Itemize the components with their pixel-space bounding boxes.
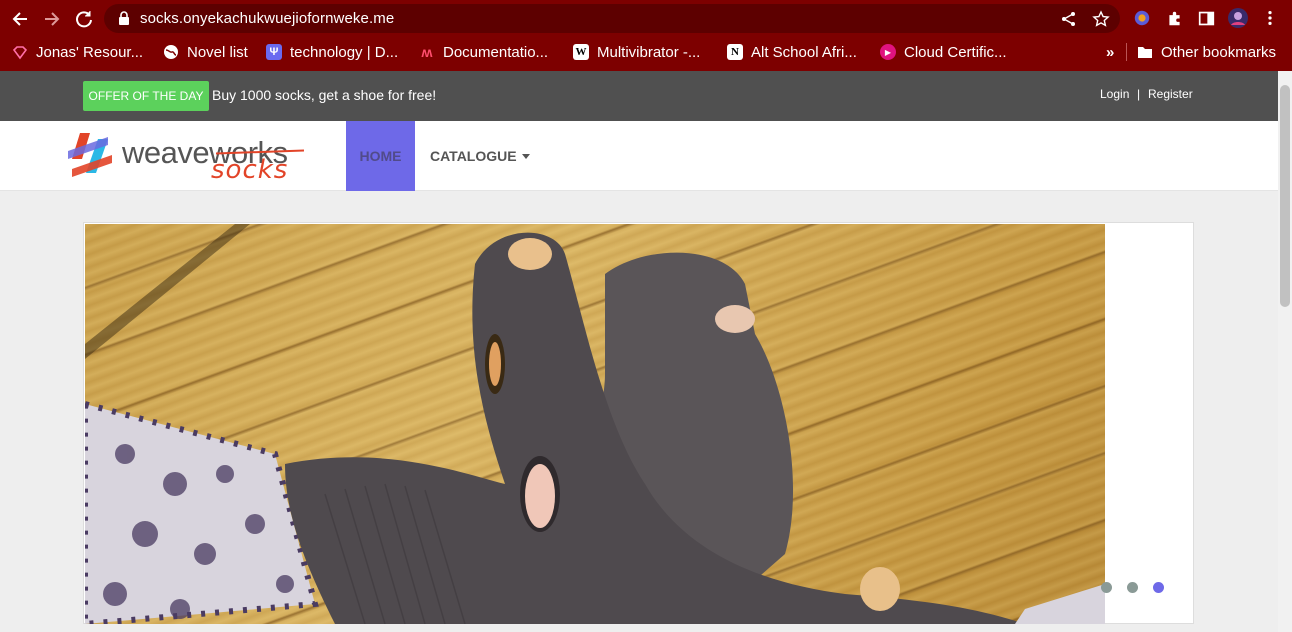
other-bookmarks-folder[interactable]: Other bookmarks — [1137, 42, 1276, 62]
hero-carousel — [83, 222, 1194, 624]
offer-text: Buy 1000 socks, get a shoe for free! — [212, 87, 437, 103]
main-navbar: weaveworks socks HOME CATALOGUE — [0, 121, 1278, 191]
bookmark-item[interactable]: Jonas' Resour... — [12, 42, 143, 62]
globe-icon — [163, 44, 179, 60]
diamond-icon — [12, 44, 28, 60]
bookmark-label: technology | D... — [290, 43, 399, 61]
address-bar[interactable]: socks.onyekachukwuejiofornweke.me — [104, 4, 1120, 33]
m-logo-icon: ʍ — [421, 44, 433, 60]
caret-down-icon — [521, 153, 530, 159]
browser-toolbar: socks.onyekachukwuejiofornweke.me — [0, 0, 1292, 36]
bookmark-item[interactable]: W Multivibrator -... — [573, 42, 700, 62]
bookmark-label: Alt School Afri... — [751, 43, 857, 61]
lock-icon — [119, 11, 129, 25]
bookmark-item[interactable]: ▶ Cloud Certific... — [880, 42, 1007, 62]
offer-bar: OFFER OF THE DAY Buy 1000 socks, get a s… — [0, 71, 1278, 121]
logo-subtitle: socks — [211, 155, 289, 185]
menu-kebab-icon[interactable] — [1260, 8, 1280, 28]
carousel-slide-image[interactable] — [85, 224, 1105, 624]
bookmark-label: Documentatio... — [443, 43, 549, 61]
other-bookmarks-label: Other bookmarks — [1161, 43, 1277, 61]
register-link[interactable]: Register — [1148, 87, 1193, 101]
nav-catalogue-dropdown[interactable]: CATALOGUE — [430, 148, 530, 164]
profile-avatar-icon[interactable] — [1228, 8, 1248, 28]
offer-of-the-day-button[interactable]: OFFER OF THE DAY — [83, 81, 209, 111]
bookmark-item[interactable]: Novel list — [163, 42, 248, 62]
play-circle-icon: ▶ — [880, 44, 896, 60]
nav-home-link[interactable]: HOME — [346, 121, 415, 191]
reload-icon[interactable] — [73, 8, 95, 30]
wikipedia-icon: W — [573, 44, 589, 60]
side-panel-icon[interactable] — [1196, 8, 1216, 28]
extensions-puzzle-icon[interactable] — [1164, 8, 1184, 28]
page-scrollbar[interactable] — [1278, 71, 1292, 632]
weaveworks-socks-logo[interactable]: weaveworks socks — [66, 129, 316, 185]
share-icon[interactable] — [1060, 10, 1078, 28]
worn-socks-illustration — [85, 224, 1105, 624]
carousel-dot-2[interactable] — [1127, 582, 1138, 593]
auth-separator: | — [1137, 87, 1141, 101]
star-icon[interactable] — [1092, 10, 1110, 28]
trident-icon: Ψ — [266, 44, 282, 60]
nav-catalogue-label: CATALOGUE — [430, 148, 517, 164]
forward-icon[interactable] — [41, 8, 63, 30]
bookmark-label: Multivibrator -... — [597, 43, 701, 61]
bookmarks-overflow-button[interactable]: » — [1106, 42, 1114, 62]
notion-icon: N — [727, 44, 743, 60]
carousel-dot-1[interactable] — [1101, 582, 1112, 593]
browser-chrome: socks.onyekachukwuejiofornweke.me Jonas'… — [0, 0, 1292, 71]
back-icon[interactable] — [9, 8, 31, 30]
extension-shield-icon[interactable] — [1132, 8, 1152, 28]
bookmark-label: Cloud Certific... — [904, 43, 1007, 61]
bookmark-item[interactable]: N Alt School Afri... — [727, 42, 857, 62]
bookmark-label: Jonas' Resour... — [36, 43, 144, 61]
url-text: socks.onyekachukwuejiofornweke.me — [140, 10, 395, 27]
scrollbar-thumb[interactable] — [1280, 85, 1290, 307]
folder-icon — [1137, 44, 1153, 60]
bookmark-label: Novel list — [187, 43, 248, 61]
bookmark-separator — [1126, 43, 1127, 61]
login-link[interactable]: Login — [1100, 87, 1129, 101]
bookmarks-bar: Jonas' Resour... Novel list Ψ technology… — [0, 37, 1292, 67]
weaveworks-mark-icon — [68, 133, 112, 177]
carousel-dot-3-active[interactable] — [1153, 582, 1164, 593]
bookmark-item[interactable]: ʍ Documentatio... — [419, 42, 549, 62]
bookmark-item[interactable]: Ψ technology | D... — [266, 42, 398, 62]
